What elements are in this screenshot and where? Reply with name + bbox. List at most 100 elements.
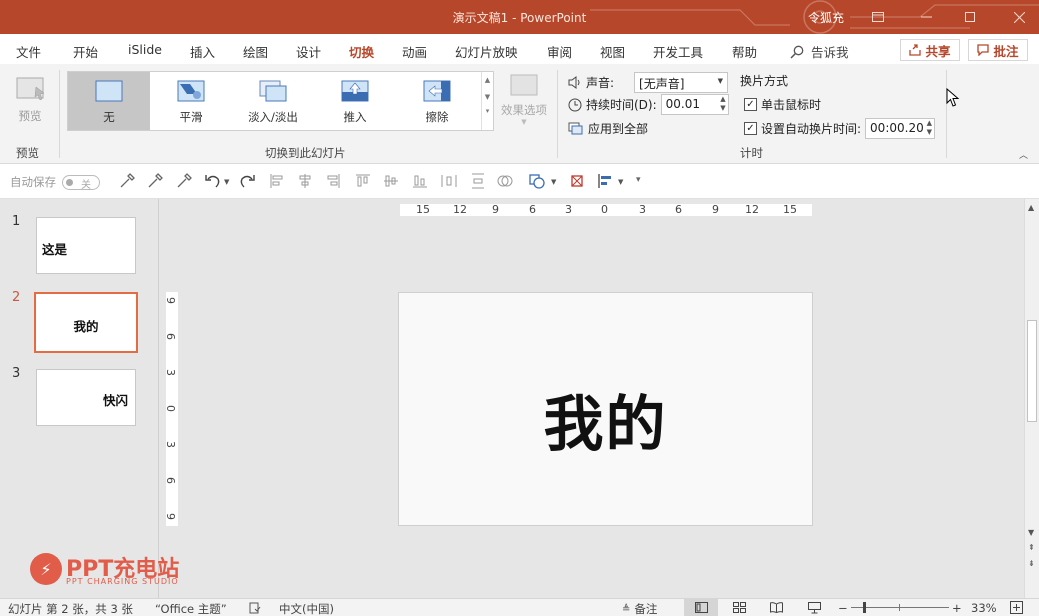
previous-slide-icon[interactable]: ⇞ (1028, 543, 1035, 552)
slide-title[interactable]: 我的 (399, 376, 812, 463)
slide-thumbnail-2[interactable]: 我的 (34, 292, 138, 353)
tab-insert[interactable]: 插入 (190, 42, 215, 61)
tab-developer[interactable]: 开发工具 (653, 42, 703, 61)
accessibility-icon[interactable] (249, 602, 261, 614)
spinner-icon[interactable]: ▲ ▼ (720, 95, 725, 113)
ruler-number: 9 (492, 203, 499, 216)
gallery-down-icon[interactable]: ▼ (482, 93, 493, 101)
redo-icon[interactable] (238, 172, 256, 190)
apply-all-button[interactable]: 应用到全部 (568, 120, 648, 137)
effect-options-button[interactable]: 效果选项 ▼ (498, 74, 550, 134)
distribute-horizontal-icon[interactable] (440, 172, 458, 190)
slide-thumbnail-3[interactable]: 快闪 (36, 369, 136, 426)
normal-view-button[interactable] (684, 599, 718, 616)
align-top-icon[interactable] (354, 172, 372, 190)
sound-value: [无声音] (639, 77, 685, 91)
gallery-up-icon[interactable]: ▲ (482, 76, 493, 84)
slide-thumbnail-1[interactable]: 这是 (36, 217, 136, 274)
align-left-icon[interactable] (268, 172, 286, 190)
preview-label: 预览 (18, 109, 42, 123)
auto-after-checkbox[interactable]: ✓ (744, 122, 757, 135)
transition-wipe[interactable]: 擦除 (396, 72, 478, 130)
undo-dropdown-icon[interactable]: ▼ (224, 178, 229, 186)
crop-icon[interactable] (568, 172, 586, 190)
collapse-ribbon-icon[interactable]: ︿ (1019, 148, 1028, 161)
tell-me-box[interactable]: 告诉我 (790, 42, 849, 61)
transition-label: 无 (103, 110, 115, 124)
scrollbar-thumb[interactable] (1027, 320, 1037, 422)
tab-draw[interactable]: 绘图 (243, 42, 268, 61)
transition-none[interactable]: 无 (68, 72, 150, 130)
transition-push[interactable]: 推入 (314, 72, 396, 130)
menu-bar: 文件 开始 iSlide 插入 绘图 设计 切换 动画 幻灯片放映 审阅 视图 … (0, 34, 1039, 67)
gallery-more-icon[interactable]: ▾ (482, 107, 493, 115)
notes-button[interactable]: ≜ 备注 (622, 601, 657, 616)
zoom-in-icon[interactable]: + (952, 601, 962, 615)
merge-shapes-icon[interactable] (496, 172, 514, 190)
align-center-icon[interactable] (296, 172, 314, 190)
tab-islide[interactable]: iSlide (128, 42, 162, 57)
align-objects-icon[interactable] (596, 172, 614, 190)
vertical-scrollbar[interactable]: ▲ ▼ ⇞ ⇟ (1024, 199, 1039, 598)
zoom-level[interactable]: 33% (971, 601, 997, 615)
shape-fill-icon[interactable] (528, 172, 546, 190)
tab-design[interactable]: 设计 (296, 42, 321, 61)
slide-sorter-icon[interactable] (733, 602, 746, 613)
autosave-toggle[interactable]: 关 (62, 174, 100, 191)
scroll-up-icon[interactable]: ▲ (1028, 203, 1034, 212)
group-label-timing: 计时 (740, 146, 763, 160)
tab-help[interactable]: 帮助 (732, 42, 757, 61)
tab-review[interactable]: 审阅 (547, 42, 572, 61)
align-dropdown-icon[interactable]: ▼ (618, 178, 623, 186)
comments-button[interactable]: 批注 (968, 39, 1028, 61)
tab-slideshow[interactable]: 幻灯片放映 (455, 42, 518, 61)
ribbon-display-options-icon[interactable] (858, 0, 898, 34)
next-slide-icon[interactable]: ⇟ (1028, 559, 1035, 568)
transition-fade[interactable]: 淡入/淡出 (232, 72, 314, 130)
tab-home[interactable]: 开始 (73, 42, 98, 61)
quick-toolbar: 自动保存 关 ▼ ▼ ▼ ▾ (0, 164, 1039, 199)
shape-fill-dropdown-icon[interactable]: ▼ (551, 178, 556, 186)
close-icon[interactable] (999, 0, 1039, 34)
tab-view[interactable]: 视图 (600, 42, 625, 61)
chevron-down-icon: ▼ (717, 77, 724, 85)
slide-canvas[interactable]: 我的 (398, 292, 813, 526)
language[interactable]: 中文(中国) (279, 601, 334, 616)
zoom-out-icon[interactable]: − (838, 601, 848, 615)
distribute-vertical-icon[interactable] (469, 172, 487, 190)
align-right-icon[interactable] (324, 172, 342, 190)
autosave-control[interactable]: 自动保存 关 (10, 174, 100, 191)
undo-icon[interactable] (204, 172, 222, 190)
eyedropper-icon[interactable] (118, 172, 136, 190)
eyedropper-icon[interactable] (175, 172, 193, 190)
transition-wipe-icon (423, 80, 451, 102)
user-name[interactable]: 令狐充 (808, 9, 844, 26)
zoom-slider-thumb[interactable] (863, 602, 866, 613)
minimize-icon[interactable] (906, 0, 946, 34)
gallery-scroll[interactable]: ▲ ▼ ▾ (481, 72, 493, 130)
tab-transitions[interactable]: 切换 (349, 42, 375, 67)
zoom-slider[interactable] (851, 602, 949, 613)
eyedropper-icon[interactable] (146, 172, 164, 190)
tab-file[interactable]: 文件 (16, 42, 41, 61)
align-bottom-icon[interactable] (411, 172, 429, 190)
ribbon: 预览 预览 无 平滑 淡入/淡出 推入 擦除 ▲ ▼ ▾ 切换到此幻灯片 效果选… (0, 64, 1039, 164)
align-middle-icon[interactable] (382, 172, 400, 190)
reading-view-icon[interactable] (770, 602, 783, 613)
maximize-icon[interactable] (950, 0, 990, 34)
sound-select[interactable]: [无声音] ▼ (634, 72, 729, 93)
slideshow-view-icon[interactable] (808, 602, 821, 614)
spinner-icon[interactable]: ▲ ▼ (927, 119, 932, 137)
duration-input[interactable]: 00.01 ▲ ▼ (660, 94, 729, 115)
scroll-down-icon[interactable]: ▼ (1028, 528, 1034, 537)
share-button[interactable]: 共享 (900, 39, 960, 61)
on-click-checkbox[interactable]: ✓ (744, 98, 757, 111)
preview-button[interactable]: 预览 (10, 72, 50, 128)
share-icon (909, 44, 922, 56)
fit-to-window-icon[interactable] (1010, 601, 1023, 614)
autosave-label: 自动保存 (10, 175, 56, 189)
customize-toolbar-icon[interactable]: ▾ (636, 175, 641, 185)
transition-morph[interactable]: 平滑 (150, 72, 232, 130)
auto-after-input[interactable]: 00:00.20 ▲ ▼ (865, 118, 936, 139)
tab-animations[interactable]: 动画 (402, 42, 427, 61)
